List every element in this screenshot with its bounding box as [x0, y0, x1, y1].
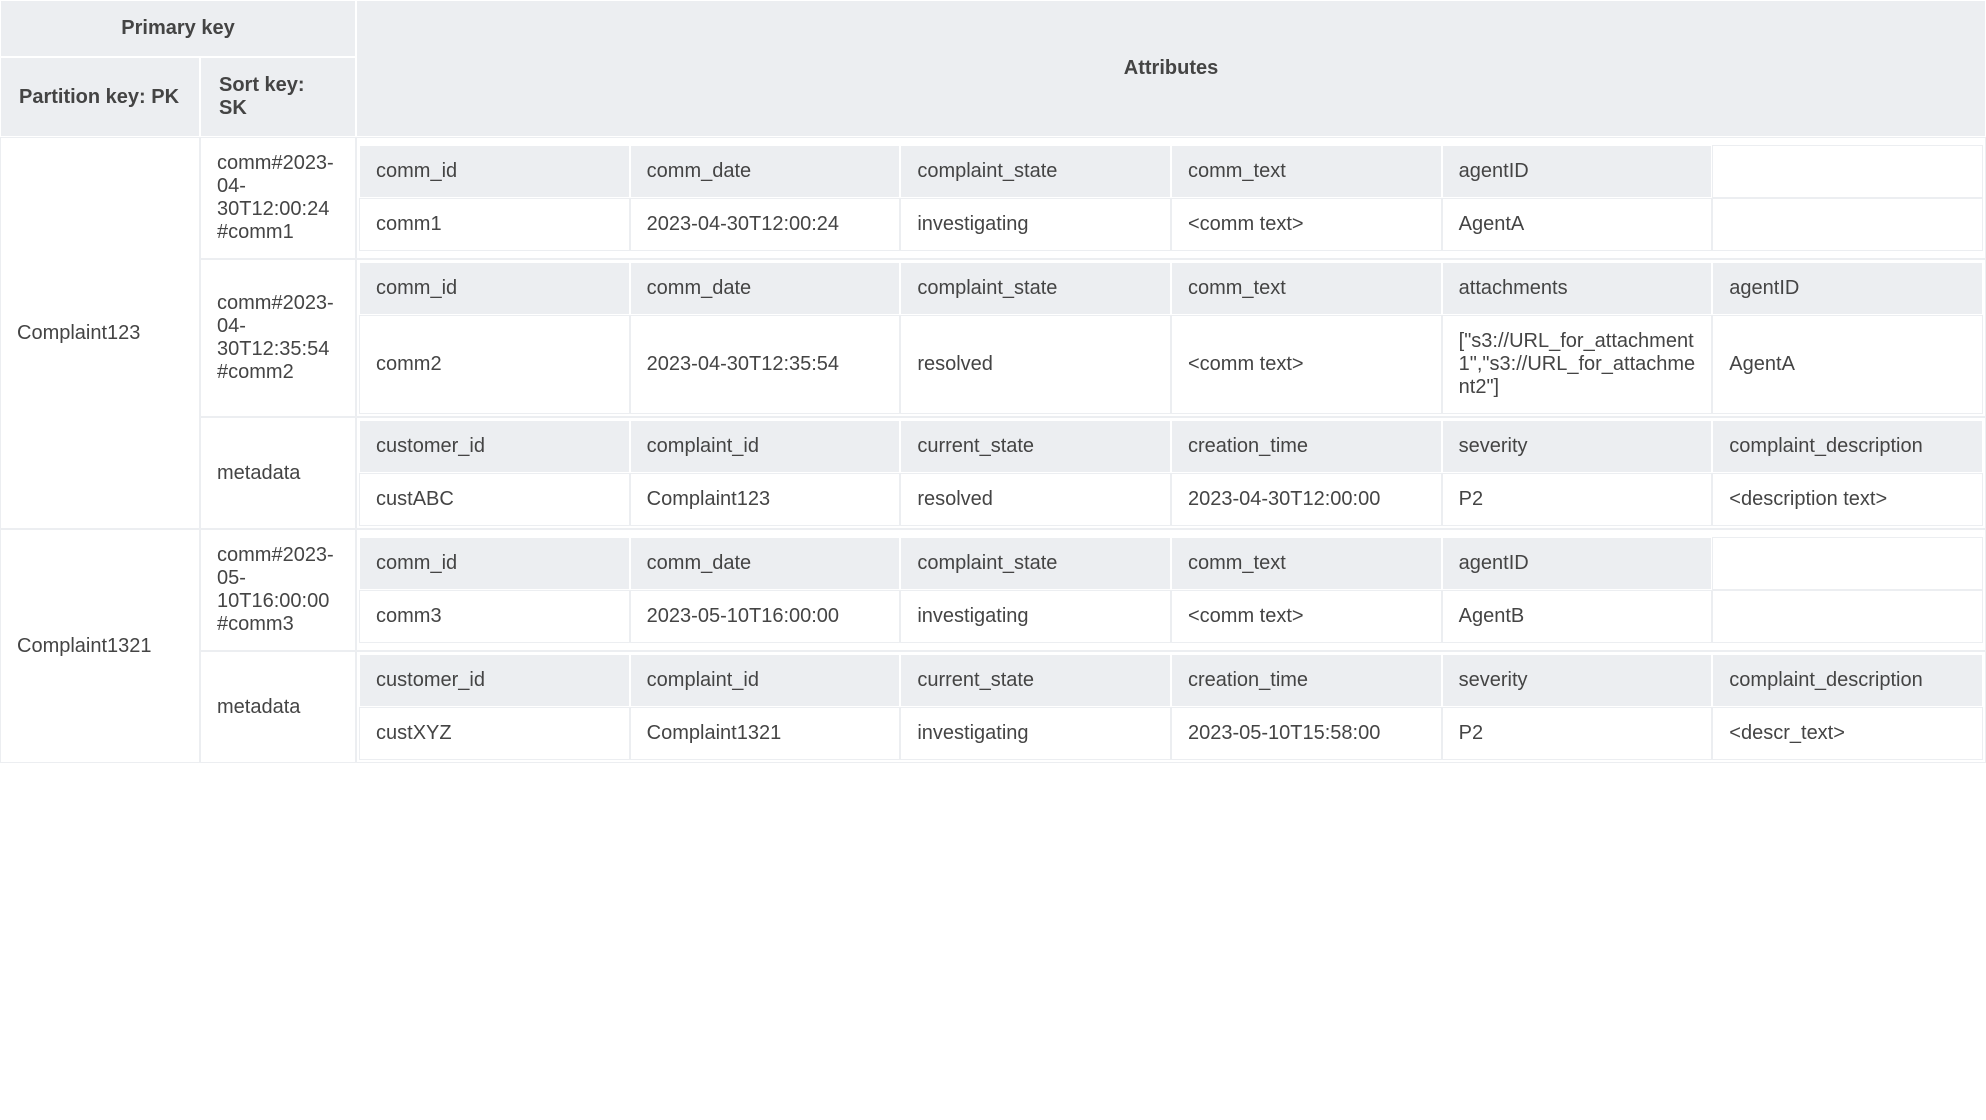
header-attributes: Attributes — [356, 0, 1986, 137]
attr-value: <descr_text> — [1712, 707, 1983, 760]
table-row: Complaint123comm#2023-04-30T12:00:24#com… — [0, 137, 1986, 259]
attributes-subtable: comm_idcomm_datecomplaint_statecomm_text… — [359, 537, 1983, 643]
attributes-cell: comm_idcomm_datecomplaint_statecomm_text… — [356, 137, 1986, 259]
attr-value: resolved — [900, 315, 1171, 414]
attr-value: AgentB — [1442, 590, 1713, 643]
attr-value: P2 — [1442, 473, 1713, 526]
attr-name: agentID — [1442, 537, 1713, 590]
attr-value: investigating — [900, 198, 1171, 251]
attributes-subtable: comm_idcomm_datecomplaint_statecomm_text… — [359, 145, 1983, 251]
sk-cell: comm#2023-04-30T12:00:24#comm1 — [200, 137, 356, 259]
header-partition-key: Partition key: PK — [0, 57, 200, 137]
sk-cell: comm#2023-05-10T16:00:00#comm3 — [200, 529, 356, 651]
attr-name: comm_date — [630, 262, 901, 315]
attributes-cell: comm_idcomm_datecomplaint_statecomm_text… — [356, 529, 1986, 651]
attr-name: comm_text — [1171, 537, 1442, 590]
attr-name: complaint_id — [630, 654, 901, 707]
attr-name: creation_time — [1171, 654, 1442, 707]
attr-value: comm1 — [359, 198, 630, 251]
attributes-cell: comm_idcomm_datecomplaint_statecomm_text… — [356, 259, 1986, 417]
attr-value: <comm text> — [1171, 315, 1442, 414]
attr-value: Complaint1321 — [630, 707, 901, 760]
data-table: Primary key Attributes Partition key: PK… — [0, 0, 1986, 763]
attr-name: comm_date — [630, 537, 901, 590]
attr-name: customer_id — [359, 654, 630, 707]
attr-value: comm3 — [359, 590, 630, 643]
attr-name: complaint_id — [630, 420, 901, 473]
attr-name: comm_text — [1171, 145, 1442, 198]
sk-cell: metadata — [200, 651, 356, 763]
attr-value — [1712, 198, 1983, 251]
sk-cell: metadata — [200, 417, 356, 529]
attr-value: <comm text> — [1171, 198, 1442, 251]
attr-value: investigating — [900, 590, 1171, 643]
attr-value: comm2 — [359, 315, 630, 414]
attr-name: complaint_state — [900, 537, 1171, 590]
attr-value: resolved — [900, 473, 1171, 526]
attr-name: agentID — [1442, 145, 1713, 198]
attributes-subtable: customer_idcomplaint_idcurrent_statecrea… — [359, 654, 1983, 760]
attr-name: complaint_description — [1712, 420, 1983, 473]
attr-name: attachments — [1442, 262, 1713, 315]
attr-name: comm_id — [359, 537, 630, 590]
attr-name: severity — [1442, 654, 1713, 707]
attr-value: AgentA — [1442, 198, 1713, 251]
attr-value: 2023-04-30T12:35:54 — [630, 315, 901, 414]
attr-value: <comm text> — [1171, 590, 1442, 643]
attr-name: severity — [1442, 420, 1713, 473]
attr-value — [1712, 590, 1983, 643]
attr-name: comm_id — [359, 145, 630, 198]
attr-name: complaint_state — [900, 262, 1171, 315]
header-primary-key: Primary key — [0, 0, 356, 57]
attr-value: P2 — [1442, 707, 1713, 760]
attr-name: complaint_state — [900, 145, 1171, 198]
attr-value: ["s3://URL_for_attachment1","s3://URL_fo… — [1442, 315, 1713, 414]
table-row: metadatacustomer_idcomplaint_idcurrent_s… — [0, 417, 1986, 529]
attributes-cell: customer_idcomplaint_idcurrent_statecrea… — [356, 651, 1986, 763]
attr-name: comm_text — [1171, 262, 1442, 315]
pk-cell: Complaint123 — [0, 137, 200, 529]
attr-value: Complaint123 — [630, 473, 901, 526]
attr-name: comm_date — [630, 145, 901, 198]
attributes-subtable: customer_idcomplaint_idcurrent_statecrea… — [359, 420, 1983, 526]
attr-name: current_state — [900, 654, 1171, 707]
table-row: comm#2023-04-30T12:35:54#comm2comm_idcom… — [0, 259, 1986, 417]
attr-name — [1712, 145, 1983, 198]
attr-name: complaint_description — [1712, 654, 1983, 707]
attr-value: 2023-04-30T12:00:00 — [1171, 473, 1442, 526]
attr-name: creation_time — [1171, 420, 1442, 473]
attr-value: AgentA — [1712, 315, 1983, 414]
attr-value: 2023-05-10T15:58:00 — [1171, 707, 1442, 760]
attr-value: <description text> — [1712, 473, 1983, 526]
attributes-subtable: comm_idcomm_datecomplaint_statecomm_text… — [359, 262, 1983, 414]
attr-name: comm_id — [359, 262, 630, 315]
header-sort-key: Sort key: SK — [200, 57, 356, 137]
attr-name: agentID — [1712, 262, 1983, 315]
table-row: metadatacustomer_idcomplaint_idcurrent_s… — [0, 651, 1986, 763]
attr-value: 2023-04-30T12:00:24 — [630, 198, 901, 251]
dynamodb-table-view: Primary key Attributes Partition key: PK… — [0, 0, 1986, 763]
attr-value: custXYZ — [359, 707, 630, 760]
attributes-cell: customer_idcomplaint_idcurrent_statecrea… — [356, 417, 1986, 529]
sk-cell: comm#2023-04-30T12:35:54#comm2 — [200, 259, 356, 417]
attr-value: 2023-05-10T16:00:00 — [630, 590, 901, 643]
attr-value: custABC — [359, 473, 630, 526]
attr-name: customer_id — [359, 420, 630, 473]
attr-value: investigating — [900, 707, 1171, 760]
pk-cell: Complaint1321 — [0, 529, 200, 763]
attr-name: current_state — [900, 420, 1171, 473]
table-row: Complaint1321comm#2023-05-10T16:00:00#co… — [0, 529, 1986, 651]
attr-name — [1712, 537, 1983, 590]
